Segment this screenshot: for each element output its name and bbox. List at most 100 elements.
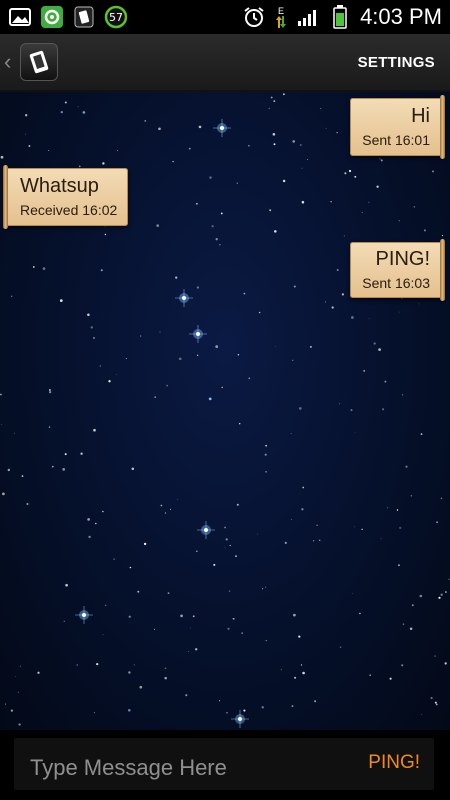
star bbox=[137, 590, 140, 593]
star bbox=[164, 667, 167, 670]
star bbox=[17, 691, 19, 693]
star bbox=[37, 671, 40, 674]
star bbox=[270, 96, 273, 99]
star bbox=[225, 538, 228, 541]
star bbox=[208, 397, 212, 401]
star bbox=[435, 703, 438, 706]
star bbox=[316, 524, 318, 527]
star bbox=[156, 224, 160, 227]
star bbox=[32, 266, 35, 268]
star bbox=[80, 452, 83, 455]
star bbox=[438, 596, 441, 599]
star bbox=[325, 128, 327, 129]
star bbox=[51, 465, 54, 468]
star bbox=[7, 468, 10, 472]
back-chevron-icon[interactable]: ‹ bbox=[4, 49, 16, 75]
star bbox=[236, 182, 238, 184]
star bbox=[293, 613, 296, 617]
alarm-icon bbox=[242, 5, 266, 29]
star bbox=[82, 111, 86, 114]
composer-box: PING! bbox=[14, 738, 434, 790]
star bbox=[405, 465, 408, 468]
star bbox=[4, 703, 6, 705]
star bbox=[96, 662, 99, 666]
star bbox=[401, 664, 404, 667]
star bbox=[125, 358, 127, 360]
star bbox=[302, 671, 305, 675]
app-icon[interactable] bbox=[20, 43, 58, 81]
star bbox=[116, 374, 118, 376]
star bbox=[359, 612, 361, 615]
star bbox=[93, 337, 95, 339]
star bbox=[387, 507, 389, 509]
star bbox=[262, 588, 264, 590]
message-bubble-outgoing[interactable]: Hi Sent 16:01 bbox=[350, 95, 445, 159]
star bbox=[398, 564, 400, 567]
star bbox=[421, 714, 423, 715]
badge-icon: 57 bbox=[104, 5, 128, 29]
star bbox=[410, 495, 413, 497]
star bbox=[434, 701, 437, 704]
star bbox=[196, 286, 200, 289]
star bbox=[224, 547, 226, 549]
star bbox=[139, 685, 143, 689]
star bbox=[102, 162, 105, 165]
star bbox=[49, 391, 52, 394]
message-text: PING! bbox=[375, 248, 430, 270]
star bbox=[369, 674, 371, 676]
star bbox=[274, 230, 277, 233]
star bbox=[117, 150, 118, 152]
star bbox=[265, 586, 267, 588]
star bbox=[178, 357, 182, 361]
star bbox=[265, 444, 267, 447]
star bbox=[444, 662, 447, 665]
star bbox=[26, 502, 29, 506]
star bbox=[273, 143, 276, 146]
star bbox=[241, 632, 244, 635]
star bbox=[99, 365, 101, 367]
star bbox=[187, 651, 189, 652]
bright-star bbox=[189, 325, 207, 343]
star bbox=[188, 147, 191, 150]
star bbox=[265, 470, 267, 473]
star bbox=[343, 235, 345, 237]
ping-send-button[interactable]: PING! bbox=[368, 752, 420, 774]
message-text: Hi bbox=[411, 105, 430, 127]
message-input[interactable] bbox=[28, 752, 352, 784]
chat-area[interactable]: Hi Sent 16:01 Whatsup Received 16:02 PIN… bbox=[0, 92, 450, 730]
star bbox=[175, 276, 178, 279]
star bbox=[236, 503, 239, 506]
star bbox=[284, 541, 287, 544]
star bbox=[14, 432, 16, 434]
green-app-icon bbox=[40, 5, 64, 29]
star bbox=[261, 706, 264, 709]
settings-button[interactable]: SETTINGS bbox=[358, 54, 435, 71]
star bbox=[361, 528, 363, 531]
star bbox=[299, 144, 302, 146]
message-text: Whatsup bbox=[20, 175, 99, 197]
star bbox=[336, 132, 338, 134]
star bbox=[331, 306, 334, 309]
star bbox=[341, 293, 345, 296]
message-bubble-incoming[interactable]: Whatsup Received 16:02 bbox=[3, 165, 128, 229]
star bbox=[63, 620, 65, 622]
star bbox=[28, 145, 31, 147]
star bbox=[436, 521, 438, 524]
star bbox=[301, 167, 303, 169]
star bbox=[226, 711, 228, 714]
star bbox=[441, 235, 444, 237]
star bbox=[351, 316, 354, 319]
star bbox=[59, 299, 63, 302]
message-bubble-outgoing[interactable]: PING! Sent 16:03 bbox=[350, 239, 445, 301]
notification-icons: 57 bbox=[0, 5, 128, 29]
star bbox=[93, 428, 96, 432]
bright-star bbox=[75, 606, 93, 624]
star bbox=[232, 617, 235, 620]
star bbox=[307, 159, 309, 161]
star bbox=[273, 100, 276, 103]
star bbox=[294, 676, 297, 679]
star bbox=[309, 345, 312, 348]
star bbox=[368, 318, 370, 320]
star bbox=[180, 614, 183, 618]
star bbox=[25, 133, 26, 135]
